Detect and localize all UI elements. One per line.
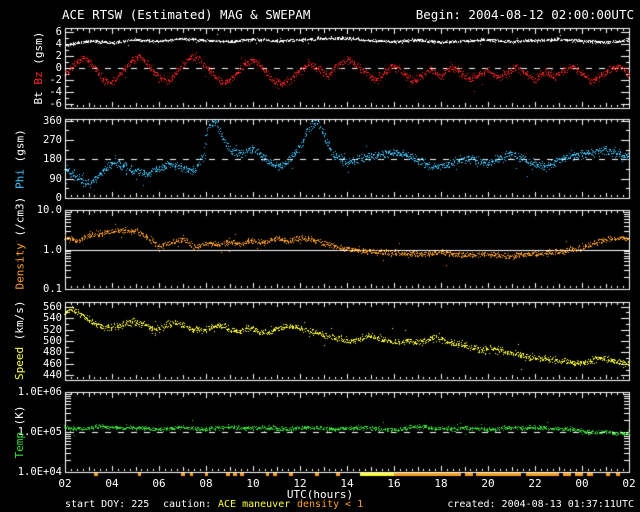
y-tick-label-density: 0.1	[43, 283, 62, 295]
y-axis-title-phi: Phi (gsm)	[12, 119, 28, 198]
density-caution-label: density < 1	[297, 499, 364, 510]
y-tick-label-density: 1.0	[43, 244, 62, 256]
y-axis-title-bt-bz: Bt Bz (gsm)	[31, 28, 47, 108]
y-axis-title-part: (K)	[13, 405, 26, 432]
y-axis-title-density: Density (/cm3)	[12, 196, 28, 289]
y-axis-title-part: Bz	[32, 71, 45, 85]
y-tick-label-speed: 540	[43, 312, 62, 324]
y-tick-label-phi: 0	[55, 192, 62, 204]
caution-label: caution:	[163, 499, 212, 510]
y-axis-title-part: Density	[13, 242, 26, 289]
y-axis-title-part: Phi	[13, 168, 26, 189]
y-tick-label-phi: 360	[43, 115, 62, 127]
ace-maneuver-label: ACE maneuver	[218, 499, 291, 510]
created-timestamp: created: 2004-08-13 01:37:11UTC	[447, 499, 634, 510]
y-axis-title-part: Speed	[13, 346, 26, 380]
y-axis-title-part: Bt	[32, 84, 45, 105]
y-tick-label-density: 10.0	[36, 204, 62, 216]
y-axis-title-part: Temp	[13, 432, 26, 459]
y-axis-title-part: (gsm)	[13, 128, 26, 169]
y-tick-label-phi: 180	[43, 153, 62, 165]
y-tick-label-temp: 1.0E+04	[17, 466, 62, 478]
ace-rtsw-plot: ACE RTSW (Estimated) MAG & SWEPAM Begin:…	[0, 0, 640, 512]
y-axis-title-part: (km/s)	[13, 300, 26, 347]
y-axis-title-part: (gsm)	[32, 31, 45, 72]
y-tick-label-speed: 480	[43, 346, 62, 358]
y-axis-title-temp: Temp (K)	[12, 392, 28, 472]
plot-canvas	[0, 0, 640, 512]
y-tick-label-temp: 1.0E+06	[17, 386, 62, 398]
start-doy-label: start DOY: 225	[65, 499, 150, 510]
y-axis-title-part: (/cm3)	[13, 196, 26, 243]
y-axis-title-speed: Speed (km/s)	[12, 300, 28, 380]
y-tick-label-phi: 90	[49, 173, 62, 185]
y-tick-label-speed: 440	[43, 369, 62, 381]
y-tick-label-phi: 270	[43, 134, 62, 146]
y-tick-label-temp: 1.0E+05	[17, 426, 62, 438]
